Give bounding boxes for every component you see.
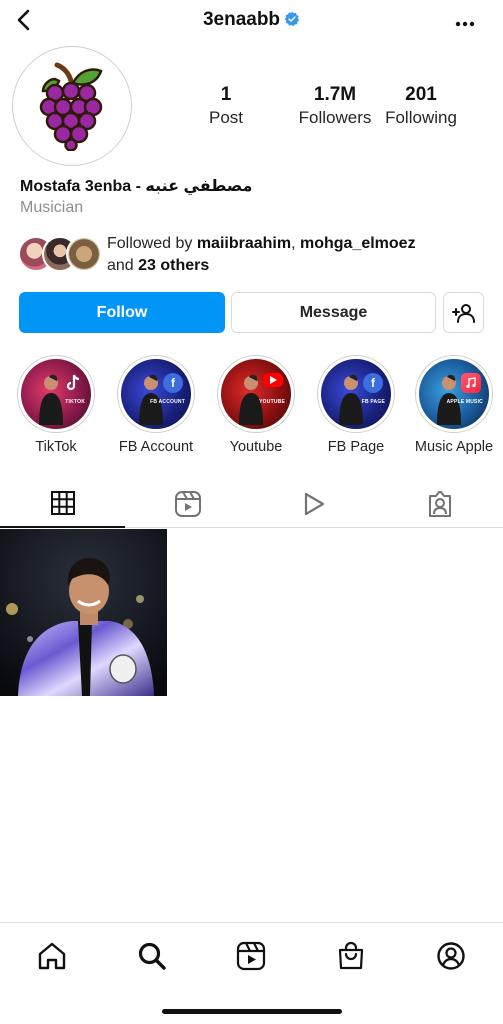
- highlight-youtube[interactable]: YOUTUBE Youtube: [216, 355, 296, 455]
- and-text: and: [107, 257, 139, 274]
- followed-by-text[interactable]: Followed by maiibraahim, mohga_elmoezand…: [107, 233, 487, 277]
- username-title: 3enaabb: [0, 9, 503, 33]
- apple-music-icon: [461, 373, 481, 393]
- highlight-cover: f FB ACCOUNT: [121, 359, 191, 429]
- highlight-ring: APPLE MUSIC: [415, 355, 493, 433]
- followed-by-prefix: Followed by: [107, 235, 197, 252]
- nav-profile[interactable]: [434, 939, 468, 973]
- display-name: Mostafa 3enba - مصطفي عنبه: [20, 178, 253, 195]
- highlight-ring: YOUTUBE: [217, 355, 295, 433]
- play-icon: [304, 492, 324, 516]
- home-icon: [38, 942, 66, 970]
- highlight-fb-page[interactable]: f FB PAGE FB Page: [316, 355, 396, 455]
- nav-home[interactable]: [35, 939, 69, 973]
- mutual-user-2[interactable]: mohga_elmoez: [300, 235, 416, 252]
- highlight-music-apple[interactable]: APPLE MUSIC Music Apple: [414, 355, 494, 455]
- suggested-users-button[interactable]: [443, 292, 484, 333]
- highlight-ring: f FB ACCOUNT: [117, 355, 195, 433]
- highlight-fb-account[interactable]: f FB ACCOUNT FB Account: [116, 355, 196, 455]
- highlight-label: Music Apple: [414, 439, 494, 455]
- followers-stat[interactable]: 1.7M Followers: [280, 84, 390, 130]
- highlight-tiktok[interactable]: TIKTOK TikTok: [16, 355, 96, 455]
- verified-badge-icon: [284, 11, 300, 33]
- grid-icon: [50, 491, 75, 515]
- highlight-label: TikTok: [35, 439, 77, 455]
- facebook-icon: f: [163, 373, 183, 393]
- search-icon: [138, 942, 166, 970]
- posts-stat[interactable]: 1 Post: [196, 84, 256, 130]
- tiktok-icon: [63, 373, 83, 393]
- reels-icon: [174, 491, 201, 517]
- separator: ,: [291, 235, 300, 252]
- posts-label: Post: [208, 108, 244, 127]
- person-icon: [39, 374, 63, 425]
- highlight-label: Youtube: [229, 439, 283, 455]
- add-user-icon: [451, 303, 475, 323]
- posts-count: 1: [220, 84, 232, 105]
- follow-button[interactable]: Follow: [19, 292, 225, 333]
- followers-count: 1.7M: [313, 84, 357, 105]
- nav-search[interactable]: [135, 939, 169, 973]
- highlight-caption: YOUTUBE: [259, 399, 285, 405]
- avatar: [66, 236, 102, 272]
- following-label: Following: [385, 108, 457, 127]
- following-stat[interactable]: 201 Following: [378, 84, 464, 130]
- profile-tabs: [0, 480, 503, 528]
- highlight-cover: f FB PAGE: [321, 359, 391, 429]
- highlight-cover: APPLE MUSIC: [419, 359, 489, 429]
- highlight-caption: FB PAGE: [361, 399, 385, 405]
- nav-reels[interactable]: [234, 939, 268, 973]
- grapes-icon: [39, 62, 103, 151]
- nav-shop[interactable]: [334, 939, 368, 973]
- mutual-user-1[interactable]: maiibraahim: [197, 235, 291, 252]
- tab-videos[interactable]: [251, 480, 376, 528]
- others-count[interactable]: 23 others: [138, 257, 209, 274]
- profile-avatar[interactable]: [12, 46, 132, 166]
- highlight-caption: TIKTOK: [65, 399, 85, 405]
- reels-icon: [236, 941, 266, 971]
- youtube-icon: [263, 373, 283, 387]
- tab-reels[interactable]: [125, 480, 250, 528]
- top-header: 3enaabb: [0, 0, 503, 42]
- home-indicator[interactable]: [162, 1009, 342, 1014]
- tab-tagged[interactable]: [377, 480, 502, 528]
- username: 3enaabb: [202, 9, 281, 30]
- profile-icon: [437, 942, 465, 970]
- shop-icon: [338, 941, 364, 970]
- highlight-caption: APPLE MUSIC: [446, 399, 483, 405]
- highlight-caption: FB ACCOUNT: [150, 399, 185, 405]
- highlight-ring: f FB PAGE: [317, 355, 395, 433]
- profile-category: Musician: [20, 199, 84, 216]
- mutual-followers-avatars[interactable]: [18, 236, 102, 274]
- tab-grid[interactable]: [0, 480, 125, 528]
- message-button[interactable]: Message: [231, 292, 436, 333]
- highlight-label: FB Page: [327, 439, 385, 455]
- highlight-label: FB Account: [118, 439, 194, 455]
- facebook-icon: f: [363, 373, 383, 393]
- highlight-ring: TIKTOK: [17, 355, 95, 433]
- highlight-cover: YOUTUBE: [221, 359, 291, 429]
- followers-label: Followers: [298, 108, 372, 127]
- highlight-cover: TIKTOK: [21, 359, 91, 429]
- post-image: [0, 529, 167, 696]
- post-thumbnail[interactable]: [0, 529, 167, 696]
- following-count: 201: [405, 84, 437, 105]
- tagged-icon: [428, 491, 451, 517]
- more-options-icon[interactable]: [455, 14, 475, 27]
